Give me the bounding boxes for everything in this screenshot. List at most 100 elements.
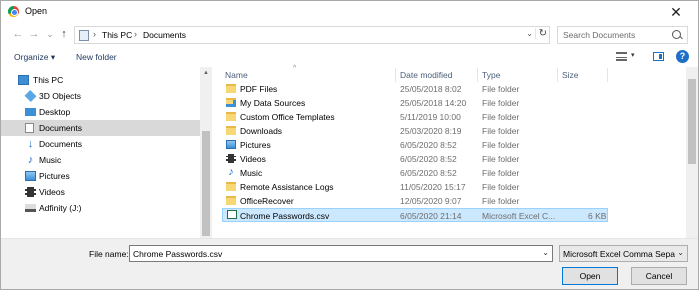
file-row-my-data-sources[interactable]: My Data Sources 25/05/2018 14:20 File fo… [222,96,608,110]
recent-locations-chevron-icon[interactable]: ⌄ [43,27,57,41]
file-row-downloads[interactable]: Downloads 25/03/2020 8:19 File folder [222,124,608,138]
change-view-icon[interactable] [616,52,627,61]
sort-indicator-icon: ^ [293,65,297,72]
sidebar-item-pictures[interactable]: Pictures [1,168,200,184]
sidebar-item-adfinity-drive[interactable]: Adfinity (J:) [1,200,200,216]
scrollbar-thumb[interactable] [688,79,696,164]
file-date: 5/11/2019 10:00 [400,111,461,122]
column-divider[interactable] [395,68,396,82]
back-arrow-icon[interactable]: ← [11,27,25,41]
view-dropdown-icon[interactable]: ▾ [631,51,635,59]
video-icon [226,154,236,163]
close-button[interactable]: ✕ [662,2,690,22]
navigation-scrollbar[interactable]: ▲ [200,67,212,238]
desktop-icon [25,108,36,116]
file-type: File folder [482,97,520,108]
file-type-value: Microsoft Excel Comma Separa [563,249,675,259]
file-row-pdf-files[interactable]: PDF Files 25/05/2018 8:02 File folder [222,82,608,96]
picture-icon [25,171,36,181]
column-header-name[interactable]: Name [225,70,248,80]
file-date: 6/05/2020 8:52 [400,139,457,150]
file-name-field[interactable]: Chrome Passwords.csv ⌄ [129,245,553,262]
file-row-remote-assistance-logs[interactable]: Remote Assistance Logs 11/05/2020 15:17 … [222,180,608,194]
file-type-dropdown-icon[interactable]: ⌄ [677,248,684,257]
address-dropdown-icon[interactable]: ⌄ [526,29,533,38]
file-list-scrollbar[interactable] [686,67,698,238]
music-icon: ♪ [27,154,34,166]
breadcrumb-separator-icon[interactable]: › [93,29,96,39]
sidebar-item-label: Documents [39,123,82,133]
file-name: OfficeRecover [240,195,294,206]
forward-arrow-icon[interactable]: → [27,27,41,41]
organize-button[interactable]: Organize ▾ [14,52,55,63]
cancel-button[interactable]: Cancel [631,267,687,285]
excel-csv-icon [227,210,237,219]
scrollbar-thumb[interactable] [202,131,210,236]
picture-icon [226,140,236,149]
sidebar-item-this-pc[interactable]: This PC [1,72,200,88]
new-folder-button[interactable]: New folder [76,52,117,62]
sidebar-item-music[interactable]: ♪ Music [1,152,200,168]
file-type: File folder [482,111,520,122]
up-arrow-icon[interactable]: ↑ [57,27,71,41]
refresh-icon[interactable]: ↻ [534,28,547,39]
sidebar-item-downloads[interactable]: ↓ Documents [1,136,200,152]
column-header-date-modified[interactable]: Date modified [400,70,452,80]
file-name: My Data Sources [240,97,306,108]
sidebar-item-label: Pictures [39,171,70,181]
sidebar-item-label: Desktop [39,107,71,117]
file-type-select[interactable]: Microsoft Excel Comma Separa ⌄ [559,245,688,262]
file-name: Music [240,167,263,178]
file-row-chrome-passwords-csv[interactable]: Chrome Passwords.csv 6/05/2020 21:14 Mic… [222,208,608,222]
sidebar-item-desktop[interactable]: Desktop [1,104,200,120]
file-date: 25/03/2020 8:19 [400,125,462,136]
column-header-type[interactable]: Type [482,70,500,80]
file-selection-area: File name: Chrome Passwords.csv ⌄ Micros… [1,238,698,289]
file-row-videos[interactable]: Videos 6/05/2020 8:52 File folder [222,152,608,166]
open-dialog: Open ✕ ← → ⌄ ↑ › This PC › Documents ⌄ ↻… [0,0,699,290]
sidebar-item-label: 3D Objects [39,91,82,101]
sidebar-item-documents[interactable]: Documents [1,120,200,136]
file-name-dropdown-icon[interactable]: ⌄ [542,248,549,257]
file-row-officerecover[interactable]: OfficeRecover 12/05/2020 9:07 File folde… [222,194,608,208]
file-row-custom-office-templates[interactable]: Custom Office Templates 5/11/2019 10:00 … [222,110,608,124]
file-name: PDF Files [240,83,278,94]
file-type: File folder [482,139,520,150]
file-row-pictures[interactable]: Pictures 6/05/2020 8:52 File folder [222,138,608,152]
file-name: Custom Office Templates [240,111,335,122]
open-button[interactable]: Open [562,267,618,285]
file-name-input[interactable]: Chrome Passwords.csv [133,249,222,259]
column-divider[interactable] [477,68,478,82]
sidebar-item-label: Music [39,155,62,165]
breadcrumb-documents[interactable]: Documents [143,30,186,40]
sidebar-item-videos[interactable]: Videos [1,184,200,200]
file-row-music[interactable]: ♪ Music 6/05/2020 8:52 File folder [222,166,608,180]
dialog-title: Open [25,6,48,16]
computer-icon [79,30,89,41]
folder-icon [226,196,236,205]
video-icon [25,187,36,197]
search-input[interactable]: Search Documents [563,30,635,40]
column-divider[interactable] [557,68,558,82]
help-icon[interactable]: ? [676,50,689,63]
cube-icon [24,90,37,102]
column-header-size[interactable]: Size [562,70,579,80]
file-name: Videos [240,153,266,164]
file-date: 11/05/2020 15:17 [400,181,466,192]
sidebar-item-3d-objects[interactable]: 3D Objects [1,88,200,104]
music-icon: ♪ [228,166,234,178]
file-type: File folder [482,195,520,206]
file-name: Remote Assistance Logs [240,181,334,192]
preview-pane-icon[interactable] [653,52,664,61]
breadcrumb-separator-icon[interactable]: › [134,29,137,39]
search-box[interactable]: Search Documents [557,26,688,44]
address-bar[interactable]: › This PC › Documents ⌄ ↻ [74,26,550,44]
navigation-bar: ← → ⌄ ↑ › This PC › Documents ⌄ ↻ Search… [1,23,698,47]
folder-icon [226,84,236,93]
breadcrumb-this-pc[interactable]: This PC [102,30,132,40]
chrome-icon [8,6,19,17]
column-divider[interactable] [607,68,608,82]
file-date: 25/05/2018 14:20 [400,97,467,108]
sidebar-item-label: Documents [39,139,82,149]
scroll-up-icon[interactable]: ▲ [200,67,212,79]
